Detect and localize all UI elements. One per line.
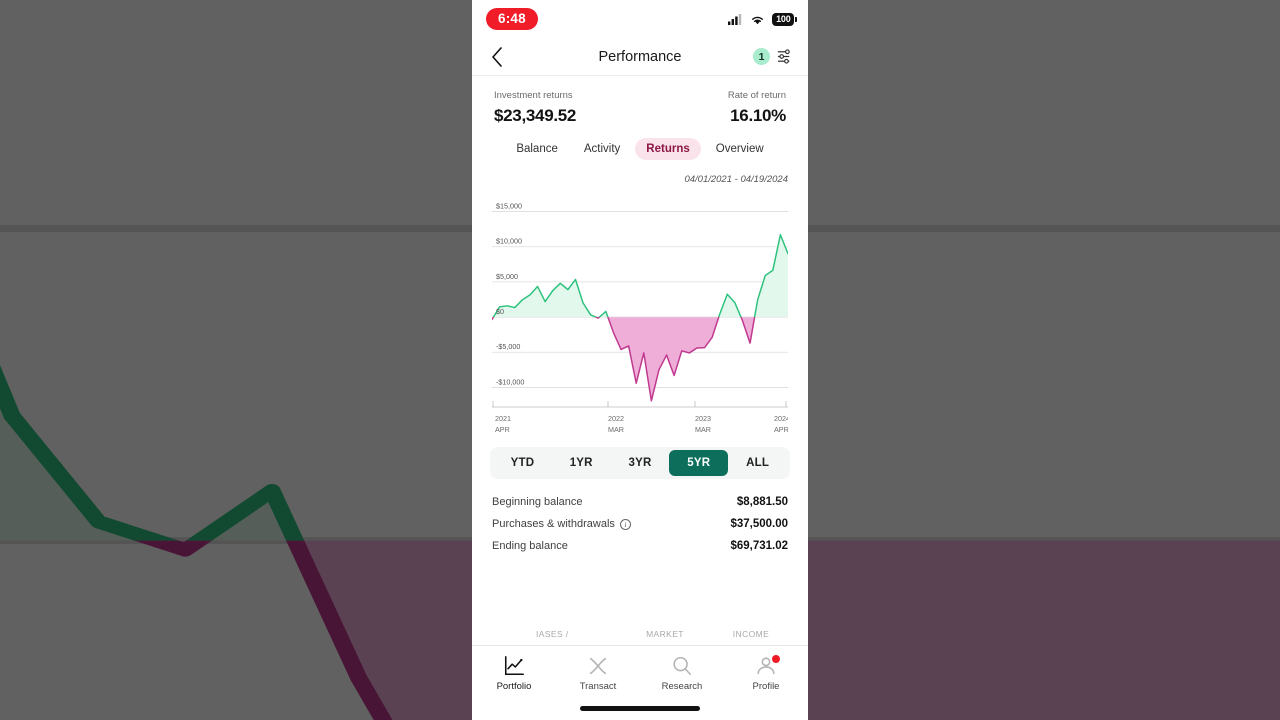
balance-label-text: Beginning balance: [492, 496, 583, 508]
performance-chart-svg[interactable]: $15,000 $10,000 $5,000 $0 -$5,000 -$10,000 202…: [492, 193, 788, 441]
balance-row: Ending balance $69,731.02: [492, 535, 788, 557]
tabbar-item-portfolio[interactable]: Portfolio: [472, 655, 556, 720]
investment-returns-label: Investment returns: [494, 90, 573, 101]
chart-x-tick-year: 2021: [495, 414, 511, 423]
chart-x-tick-month: APR: [495, 425, 510, 434]
home-indicator: [580, 706, 700, 711]
balance-label-text: Ending balance: [492, 540, 568, 552]
balance-label: Ending balance: [492, 540, 568, 552]
peek-header: IASES /: [536, 629, 569, 639]
tab-overview[interactable]: Overview: [705, 138, 775, 160]
chart-x-tick-year: 2022: [608, 414, 624, 423]
notification-dot: [772, 655, 780, 663]
sliders-filter-icon[interactable]: [777, 48, 794, 65]
cellular-signal-icon: [728, 13, 742, 25]
nav-header: Performance 1: [472, 38, 808, 76]
battery-icon: 100: [772, 12, 797, 26]
range-button-all[interactable]: ALL: [728, 450, 787, 476]
balance-label: Beginning balance: [492, 496, 583, 508]
tabbar-item-profile[interactable]: Profile: [724, 655, 808, 720]
tab-balance[interactable]: Balance: [505, 138, 569, 160]
summary-section: Investment returns $23,349.52 Rate of re…: [472, 76, 808, 130]
magnifier-icon: [673, 656, 692, 676]
chart-x-tick-month: MAR: [608, 425, 624, 434]
investment-returns-block: Investment returns $23,349.52: [494, 90, 576, 126]
peek-header: INCOME: [732, 629, 770, 639]
range-button-3yr[interactable]: 3YR: [611, 450, 670, 476]
balance-value: $69,731.02: [730, 540, 788, 552]
rate-of-return-block: Rate of return 16.10%: [728, 90, 786, 126]
balance-value: $8,881.50: [736, 496, 788, 508]
balance-value: $37,500.00: [730, 518, 788, 530]
balance-label: Purchases & withdrawals i: [492, 518, 631, 530]
chart-date-range: 04/01/2021 - 04/19/2024: [684, 174, 788, 185]
clipped-table-headers: IASES / MARKET INCOME: [472, 629, 808, 645]
phone-screen: 6:48 100 Performance 1 Investment return…: [472, 0, 808, 720]
balance-row: Purchases & withdrawals i $37,500.00: [492, 513, 788, 535]
status-badge[interactable]: 1: [753, 48, 770, 65]
investment-returns-value: $23,349.52: [494, 106, 577, 125]
section-tabs: Balance Activity Returns Overview: [472, 130, 808, 166]
chart-y-tick-label: $15,000: [496, 202, 522, 211]
balance-label-text: Purchases & withdrawals: [492, 518, 615, 530]
chart-line-icon: [504, 656, 524, 676]
range-button-5yr[interactable]: 5YR: [669, 450, 729, 476]
tabbar-item-label: Portfolio: [496, 681, 532, 692]
tabbar-item-label: Research: [661, 681, 703, 692]
chart-area-neg: [492, 317, 788, 401]
time-range-selector: YTD 1YR 3YR 5YR ALL: [490, 447, 790, 479]
chart-y-tick-label: $0: [496, 307, 504, 316]
chart-x-tick-year: 2023: [695, 414, 711, 423]
rate-of-return-value: 16.10%: [730, 106, 786, 125]
chart-x-tick-year: 2024: [774, 414, 788, 423]
chart-y-tick-label: -$10,000: [496, 377, 524, 386]
tab-returns[interactable]: Returns: [635, 138, 701, 160]
range-button-1yr[interactable]: 1YR: [552, 450, 611, 476]
chart-y-tick-label: $5,000: [496, 272, 518, 281]
tabbar-item-label: Transact: [579, 681, 617, 692]
wifi-icon: [752, 16, 763, 24]
chart-x-tick-month: MAR: [695, 425, 711, 434]
chart-y-tick-label: $10,000: [496, 237, 522, 246]
back-chevron-icon[interactable]: [486, 46, 508, 68]
info-icon[interactable]: i: [619, 518, 631, 530]
status-bar: 6:48 100: [472, 0, 808, 38]
tabbar-item-label: Profile: [752, 681, 780, 692]
peek-header: MARKET: [646, 629, 684, 639]
range-button-ytd[interactable]: YTD: [493, 450, 552, 476]
rate-of-return-label: Rate of return: [727, 90, 786, 101]
chart-y-tick-label: -$5,000: [496, 342, 520, 351]
balance-summary-list: Beginning balance $8,881.50 Purchases & wi…: [472, 479, 808, 557]
chart-x-tick-month: APR: [774, 425, 788, 434]
screenshot-root: $15,000 $10,000 $5,000 $0 -$5,000 -$10,000 202…: [0, 0, 1280, 720]
tab-activity[interactable]: Activity: [573, 138, 631, 160]
status-time-pill: 6:48: [486, 8, 538, 30]
balance-row: Beginning balance $8,881.50: [492, 491, 788, 513]
status-icons: 100: [728, 12, 797, 26]
exchange-arrows-icon: [589, 657, 607, 675]
nav-right-actions: 1: [753, 48, 794, 65]
performance-chart[interactable]: $15,000 $10,000 $5,000 $0 -$5,000 -$10,000 202…: [472, 187, 808, 441]
